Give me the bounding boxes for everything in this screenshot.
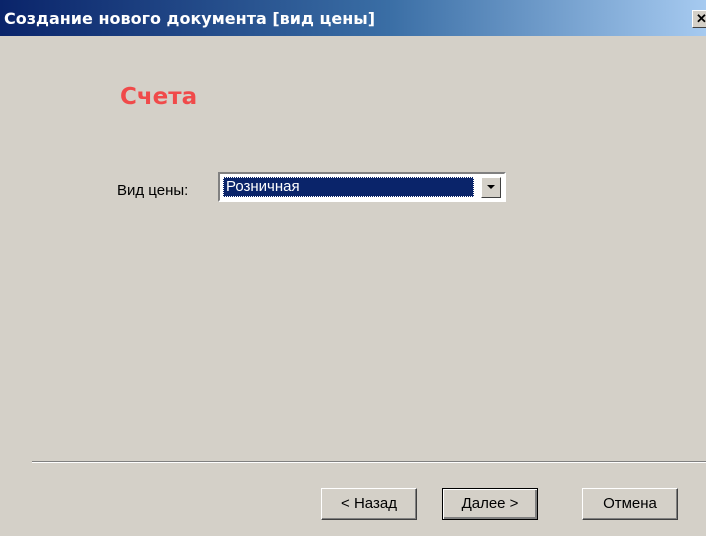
price-type-combobox[interactable]: Розничная — [218, 172, 506, 202]
window-title: Создание нового документа [вид цены] — [4, 9, 376, 28]
next-button[interactable]: Далее > — [442, 488, 538, 520]
close-icon: ✕ — [696, 11, 706, 26]
close-button[interactable]: ✕ — [692, 10, 706, 28]
title-bar[interactable]: Создание нового документа [вид цены] ✕ — [0, 0, 706, 36]
button-separator — [32, 461, 706, 463]
next-button-label: Далее > — [461, 495, 519, 512]
price-type-selected-value[interactable]: Розничная — [223, 177, 474, 197]
page-heading: Счета — [120, 84, 198, 110]
back-button-label: < Назад — [341, 495, 397, 512]
cancel-button-label: Отмена — [603, 495, 657, 512]
combobox-dropdown-button[interactable] — [481, 177, 501, 198]
back-button[interactable]: < Назад — [321, 488, 417, 520]
cancel-button[interactable]: Отмена — [582, 488, 678, 520]
dialog-window: Создание нового документа [вид цены] ✕ С… — [0, 0, 706, 536]
price-type-label: Вид цены: — [117, 182, 189, 199]
